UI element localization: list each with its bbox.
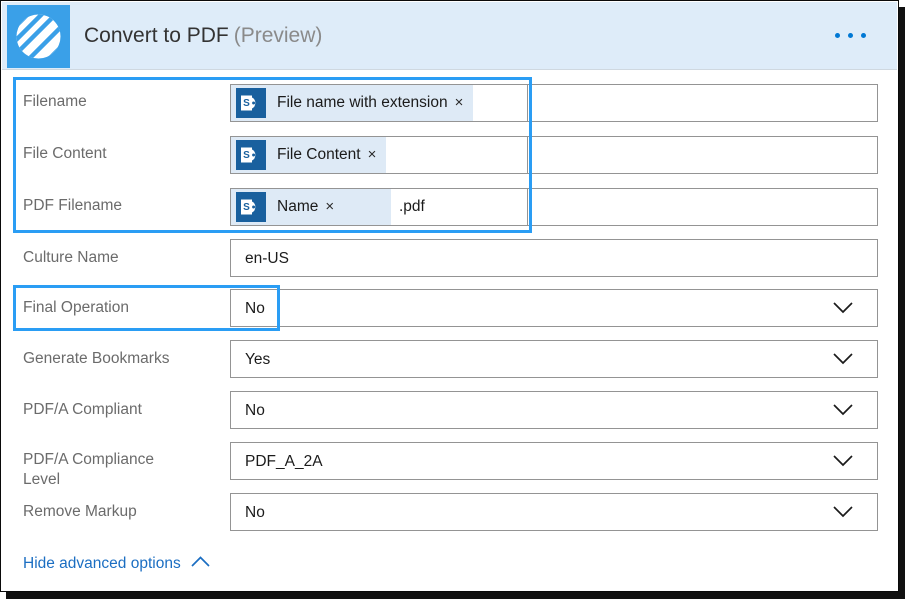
striped-circle-icon xyxy=(7,5,70,68)
field-label-file-content: File Content xyxy=(23,145,107,162)
token-remove-icon[interactable]: × xyxy=(455,95,474,111)
dynamic-content-token-pdf-filename[interactable]: S Name × xyxy=(231,189,391,225)
hide-advanced-options-label: Hide advanced options xyxy=(23,555,181,572)
screenshot-root: Convert to PDF (Preview) Filename S File… xyxy=(0,0,909,605)
action-form: Filename S File name with extension × Fi… xyxy=(2,70,897,590)
sharepoint-icon: S xyxy=(236,140,266,170)
pdf-extension-suffix: .pdf xyxy=(399,198,425,215)
field-label-final-operation: Final Operation xyxy=(23,299,129,316)
chevron-down-icon[interactable] xyxy=(833,455,853,467)
hide-advanced-options-link[interactable]: Hide advanced options xyxy=(23,553,210,574)
chevron-up-icon xyxy=(191,553,210,573)
field-select-final-operation[interactable]: No xyxy=(230,289,878,327)
field-input-filename[interactable]: S File name with extension × xyxy=(230,84,528,122)
field-value-final-operation: No xyxy=(245,300,265,317)
field-label-culture-name: Culture Name xyxy=(23,249,119,266)
field-select-generate-bookmarks[interactable]: Yes xyxy=(230,340,878,378)
field-label-pdfa-compliance-level: PDF/A Compliance Level xyxy=(23,451,154,488)
action-title: Convert to PDF xyxy=(84,24,229,47)
field-label-generate-bookmarks: Generate Bookmarks xyxy=(23,350,170,367)
action-header: Convert to PDF (Preview) xyxy=(2,2,897,70)
chevron-down-icon[interactable] xyxy=(833,506,853,518)
field-label-pdf-filename: PDF Filename xyxy=(23,197,123,214)
field-value-pdfa-compliant: No xyxy=(245,402,265,419)
svg-text:S: S xyxy=(243,202,250,213)
field-input-pdf-filename[interactable]: S Name × .pdf xyxy=(230,188,528,226)
chevron-down-icon[interactable] xyxy=(833,404,853,416)
field-select-pdfa-compliant[interactable]: No xyxy=(230,391,878,429)
token-label: Name xyxy=(277,198,319,215)
token-label: File Content xyxy=(277,146,361,163)
page-title: Convert to PDF (Preview) xyxy=(84,23,322,49)
field-select-remove-markup[interactable]: No xyxy=(230,493,878,531)
field-select-pdfa-compliance-level[interactable]: PDF_A_2A xyxy=(230,442,878,480)
field-input-culture-name[interactable]: en-US xyxy=(230,239,878,277)
dynamic-content-token-filename[interactable]: S File name with extension × xyxy=(231,85,474,121)
token-label: File name with extension xyxy=(277,94,448,111)
field-value-remove-markup: No xyxy=(245,504,265,521)
ellipsis-dot xyxy=(861,33,866,38)
sharepoint-icon: S xyxy=(236,192,266,222)
field-value-generate-bookmarks: Yes xyxy=(245,351,271,368)
svg-text:S: S xyxy=(243,98,250,109)
chevron-down-icon[interactable] xyxy=(833,353,853,365)
token-remove-icon[interactable]: × xyxy=(325,199,344,215)
dynamic-content-token-file-content[interactable]: S File Content × xyxy=(231,137,387,173)
field-value-culture-name: en-US xyxy=(245,250,289,267)
ellipsis-dot xyxy=(835,33,840,38)
field-label-filename: Filename xyxy=(23,93,87,110)
field-label-pdfa-compliant: PDF/A Compliant xyxy=(23,401,142,418)
action-title-preview-tag: (Preview) xyxy=(233,24,323,47)
ellipsis-dot xyxy=(848,33,853,38)
svg-text:S: S xyxy=(243,150,250,161)
field-input-file-content[interactable]: S File Content × xyxy=(230,136,528,174)
field-value-pdfa-compliance-level: PDF_A_2A xyxy=(245,453,323,470)
token-remove-icon[interactable]: × xyxy=(368,147,387,163)
overflow-menu-icon[interactable] xyxy=(835,28,875,44)
sharepoint-icon: S xyxy=(236,88,266,118)
field-label-remove-markup: Remove Markup xyxy=(23,503,137,520)
chevron-down-icon[interactable] xyxy=(833,302,853,314)
flow-action-card: Convert to PDF (Preview) Filename S File… xyxy=(0,0,899,592)
